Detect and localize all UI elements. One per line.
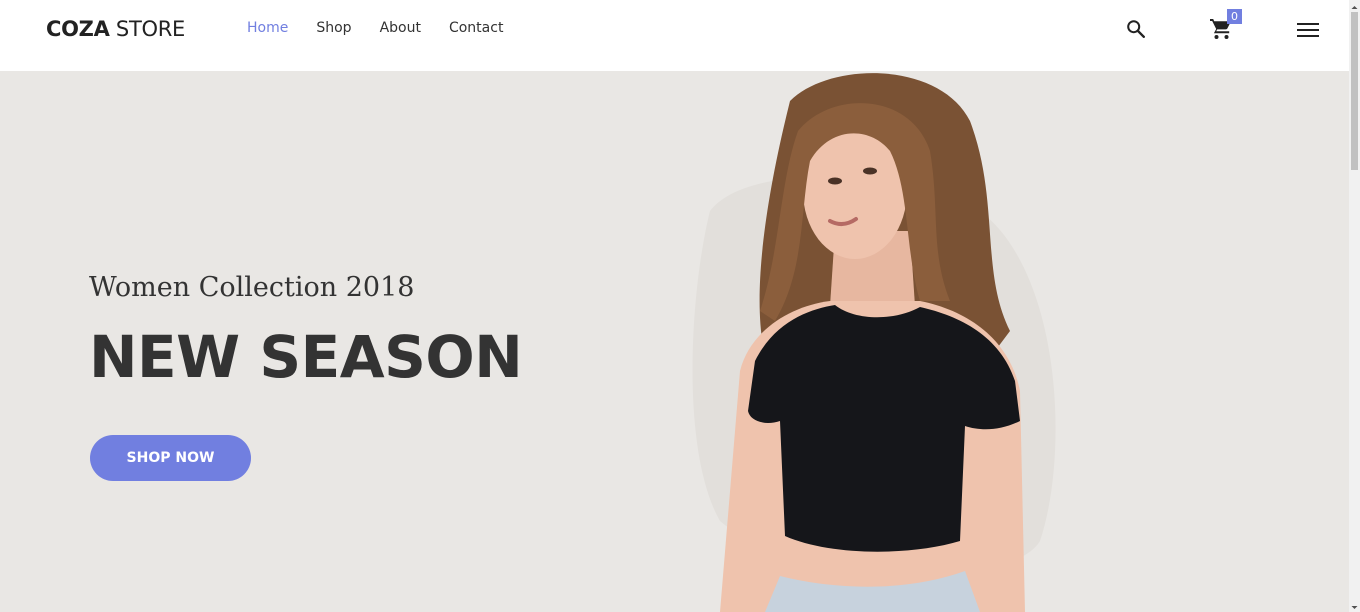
page-scrollbar[interactable]: [1349, 0, 1360, 612]
hero-headline: NEW SEASON: [89, 323, 523, 391]
scroll-up-arrow-icon[interactable]: [1349, 0, 1360, 11]
menu-button[interactable]: [1294, 16, 1322, 44]
nav-link-home[interactable]: Home: [247, 20, 288, 36]
nav-link-contact[interactable]: Contact: [449, 20, 503, 36]
shop-now-button[interactable]: SHOP NOW: [90, 435, 251, 481]
search-icon: [1127, 20, 1145, 38]
hero-model-image: [692, 73, 1056, 612]
nav-link-about[interactable]: About: [380, 20, 421, 36]
hero-banner: Women Collection 2018 NEW SEASON SHOP NO…: [0, 71, 1349, 612]
search-button[interactable]: [1122, 14, 1150, 44]
site-header: COZA STORE Home Shop About Contact 0: [0, 0, 1349, 71]
scroll-down-arrow-icon[interactable]: [1349, 600, 1360, 611]
site-logo[interactable]: COZA STORE: [46, 17, 185, 41]
scroll-thumb[interactable]: [1351, 12, 1358, 170]
hero-subtitle: Women Collection 2018: [89, 272, 415, 303]
main-nav: Home Shop About Contact: [247, 20, 503, 36]
hamburger-menu-icon: [1297, 23, 1319, 37]
nav-link-shop[interactable]: Shop: [316, 20, 351, 36]
cart-count-badge: 0: [1227, 9, 1242, 24]
logo-bold-text: COZA: [46, 17, 110, 41]
logo-normal-text: STORE: [109, 17, 185, 41]
